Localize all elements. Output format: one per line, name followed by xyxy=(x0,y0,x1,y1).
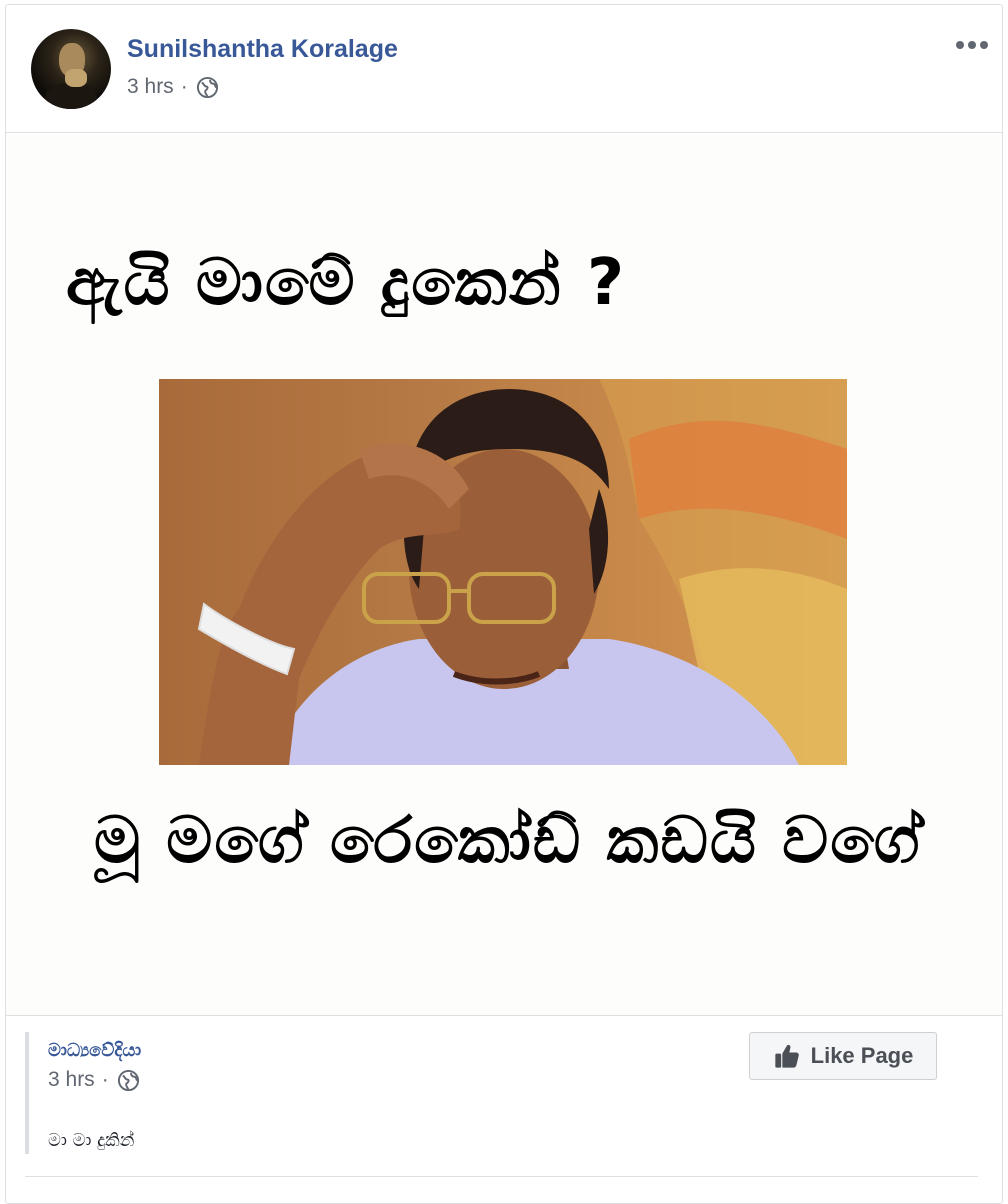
divider xyxy=(25,1176,978,1177)
meme-bottom-caption: මූ මගේ රෙකෝඩ් කඩයි වගේ xyxy=(94,804,922,878)
more-options-icon[interactable] xyxy=(952,33,992,57)
like-page-button[interactable]: Like Page xyxy=(749,1032,937,1080)
globe-icon[interactable] xyxy=(196,76,219,99)
meta-separator: · xyxy=(101,1068,109,1091)
photo-illustration xyxy=(197,379,847,765)
shared-page-meta: 3 hrs · xyxy=(48,1068,140,1092)
shared-page-timestamp[interactable]: 3 hrs xyxy=(48,1068,95,1092)
meme-photo xyxy=(159,379,847,765)
author-name-link[interactable]: Sunilshantha Koralage xyxy=(127,35,398,64)
meme-top-caption: ඇයි මාමේ දුකෙන් ? xyxy=(66,246,627,320)
shared-page-quote-bar xyxy=(25,1032,29,1154)
post-timestamp[interactable]: 3 hrs xyxy=(127,75,174,99)
shared-post-text: මා මා දුකින් xyxy=(48,1130,135,1151)
author-avatar[interactable] xyxy=(31,29,111,109)
meta-separator: · xyxy=(180,75,188,98)
post-meta: 3 hrs · xyxy=(127,75,219,99)
avatar-hand-shape xyxy=(65,69,87,87)
post-header: Sunilshantha Koralage 3 hrs · xyxy=(6,5,1002,133)
feed-post: Sunilshantha Koralage 3 hrs · ඇයි මාමේ ද… xyxy=(5,4,1003,1204)
avatar-body-shape xyxy=(45,83,97,109)
shared-page-name-link[interactable]: මාධ්‍යවේදියා xyxy=(48,1040,141,1061)
like-page-label: Like Page xyxy=(810,1043,914,1068)
thumbs-up-icon xyxy=(774,1044,799,1068)
globe-icon[interactable] xyxy=(117,1069,140,1092)
post-image[interactable]: ඇයි මාමේ දුකෙන් ? මූ මගේ රෙකෝඩ් කඩයි වගේ xyxy=(6,134,1002,1016)
